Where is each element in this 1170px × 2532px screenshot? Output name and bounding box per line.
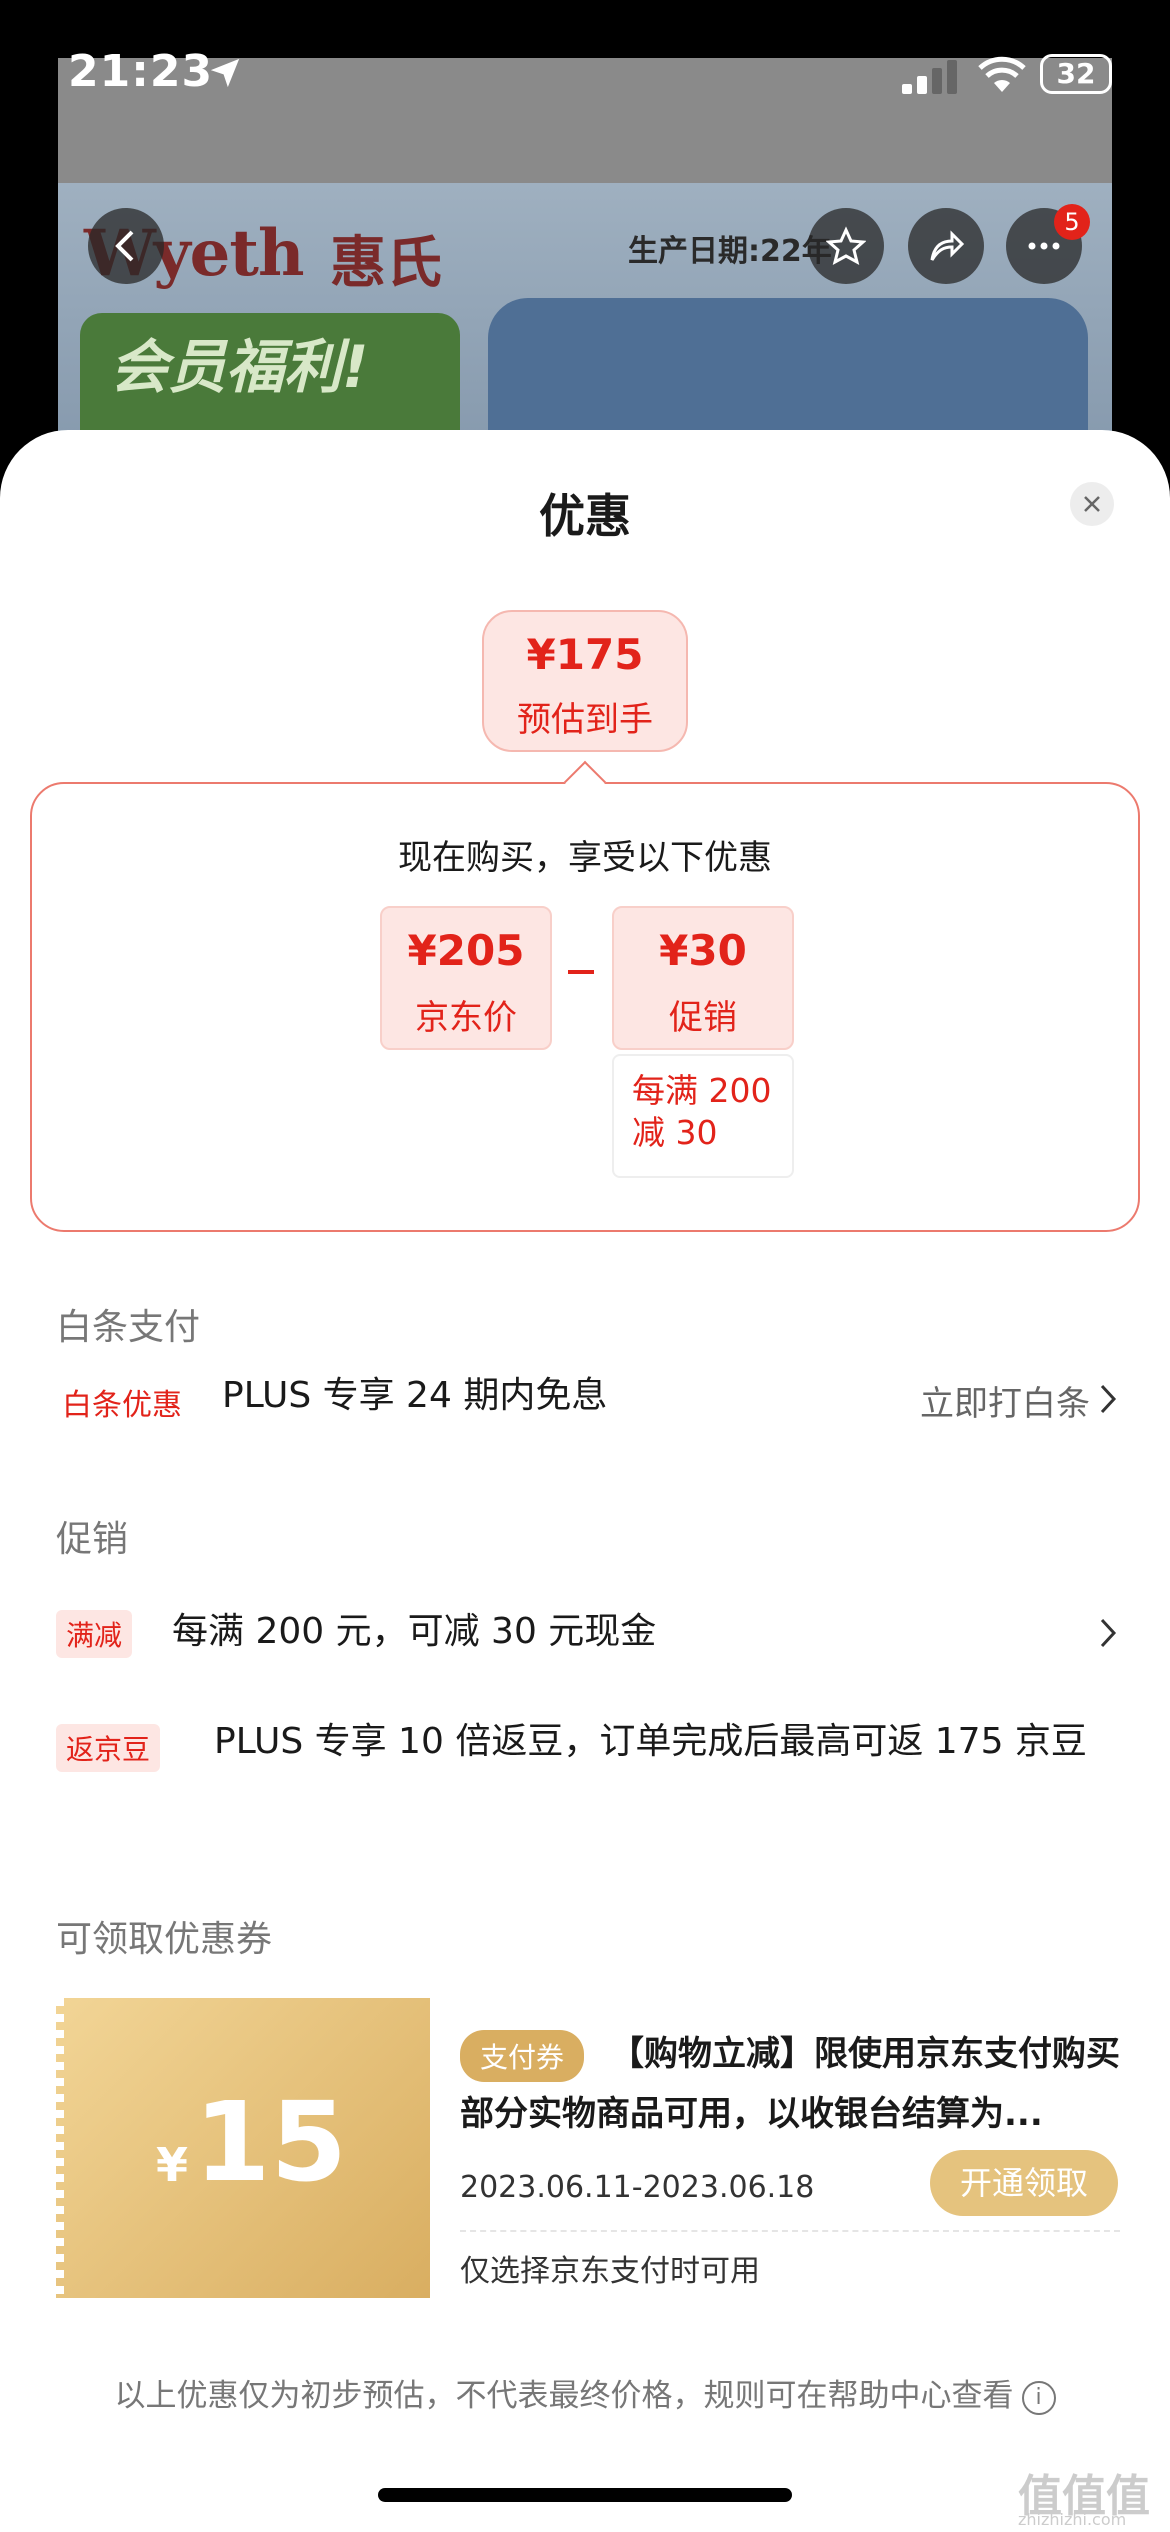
coupon-date: 2023.06.11-2023.06.18 xyxy=(460,2170,815,2205)
promotion-text: 每满 200 元，可减 30 元现金 xyxy=(172,1611,657,1652)
close-icon xyxy=(1084,496,1100,512)
minus-sign xyxy=(568,970,594,974)
favorite-button[interactable] xyxy=(808,208,884,284)
disclaimer: 以上优惠仅为初步预估，不代表最终价格，规则可在帮助中心查看 i xyxy=(0,2370,1170,2415)
discount-sheet: 优惠 ¥175 预估到手 现在购买，享受以下优惠 ¥205 京东价 ¥30 促销… xyxy=(0,430,1170,2532)
close-button[interactable] xyxy=(1070,482,1114,526)
baitiao-section-title: 白条支付 xyxy=(56,1307,201,1348)
coupon-currency: ¥ xyxy=(156,2138,189,2192)
coupon-type-tag: 支付券 xyxy=(460,2030,585,2082)
back-button[interactable] xyxy=(88,208,164,284)
jd-price-box: ¥205 京东价 xyxy=(380,906,552,1050)
calc-title: 现在购买，享受以下优惠 xyxy=(398,838,772,878)
coupon-amount: 15 xyxy=(194,2078,348,2206)
promo-discount: ¥30 xyxy=(659,926,747,975)
price-calculation-box: 现在购买，享受以下优惠 ¥205 京东价 ¥30 促销 每满 200 减 30 xyxy=(30,782,1140,1232)
promotions-section-title: 促销 xyxy=(56,1519,129,1560)
estimated-price-box: ¥175 预估到手 xyxy=(482,610,688,752)
status-time: 21:23 xyxy=(68,46,214,97)
chevron-right-icon[interactable] xyxy=(1098,1616,1118,1650)
coupon-serrated-edge xyxy=(56,1998,64,2298)
notification-badge: 5 xyxy=(1054,204,1090,240)
coupons-section-title: 可领取优惠券 xyxy=(56,1919,273,1960)
chevron-right-icon[interactable] xyxy=(1098,1382,1118,1416)
chevron-left-icon xyxy=(115,230,134,262)
share-button[interactable] xyxy=(908,208,984,284)
jd-price-label: 京东价 xyxy=(415,998,517,1038)
sheet-title: 优惠 xyxy=(539,489,631,543)
watermark-url: zhizhizhi.com xyxy=(1018,2510,1127,2529)
cellular-signal-icon xyxy=(902,60,957,94)
location-arrow-icon xyxy=(210,58,240,88)
coupon-divider xyxy=(460,2230,1120,2232)
share-icon xyxy=(930,230,965,261)
home-indicator xyxy=(378,2488,792,2502)
info-icon[interactable]: i xyxy=(1021,2380,1056,2415)
coupon-note: 仅选择京东支付时可用 xyxy=(460,2254,760,2289)
promotion-text: PLUS 专享 10 倍返豆，订单完成后最高可返 175 京豆 xyxy=(214,1721,1087,1762)
coupon-card: ¥ 15 【购物立减】限使用京东支付购买部分实物商品可用，以收银台结算为... … xyxy=(56,1998,1140,2298)
estimated-price-label: 预估到手 xyxy=(517,700,653,740)
status-bar: 21:23 32 xyxy=(0,0,1170,150)
jd-price: ¥205 xyxy=(407,926,525,975)
promo-banner-text: 会员福利! xyxy=(110,333,369,401)
wifi-icon xyxy=(978,56,1026,92)
coupon-value-panel: ¥ 15 xyxy=(56,1998,430,2298)
promotion-tag: 返京豆 xyxy=(56,1724,161,1772)
baitiao-action[interactable]: 立即打白条 xyxy=(920,1376,1090,1425)
promo-detail: 每满 200 减 30 xyxy=(612,1054,794,1178)
promo-discount-label: 促销 xyxy=(669,998,737,1038)
baitiao-text: PLUS 专享 24 期内免息 xyxy=(222,1375,608,1416)
baitiao-tag: 白条优惠 xyxy=(62,1388,182,1423)
production-date: 生产日期:22年 xyxy=(628,234,832,269)
star-icon xyxy=(826,226,866,265)
estimated-price: ¥175 xyxy=(526,630,644,679)
battery-indicator: 32 xyxy=(1040,54,1112,94)
promo-discount-box: ¥30 促销 xyxy=(612,906,794,1050)
brand-logo-cn: 惠氏 xyxy=(330,231,442,296)
claim-coupon-button[interactable]: 开通领取 xyxy=(930,2150,1118,2216)
disclaimer-text: 以上优惠仅为初步预估，不代表最终价格，规则可在帮助中心查看 xyxy=(114,2378,1014,2414)
promotion-tag: 满减 xyxy=(56,1610,133,1658)
